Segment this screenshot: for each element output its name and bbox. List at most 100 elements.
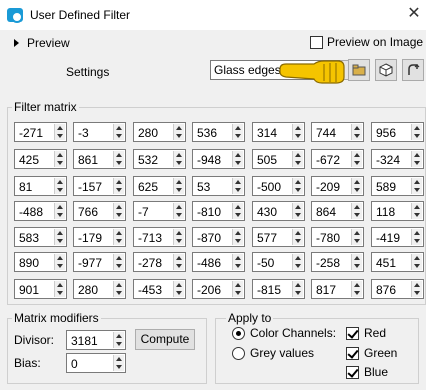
matrix-cell-spinner[interactable] (411, 254, 422, 270)
matrix-cell[interactable]: 451 (371, 252, 424, 272)
matrix-cell-spinner[interactable] (54, 178, 65, 194)
matrix-cell-spinner[interactable] (292, 281, 303, 297)
matrix-cell[interactable]: -271 (14, 122, 67, 142)
matrix-cell-spinner[interactable] (54, 151, 65, 167)
matrix-cell[interactable]: 744 (311, 122, 364, 142)
matrix-cell-spinner[interactable] (232, 229, 243, 245)
matrix-cell[interactable]: -7 (133, 201, 186, 221)
matrix-cell[interactable]: -157 (73, 176, 126, 196)
matrix-cell[interactable]: 425 (14, 149, 67, 169)
matrix-cell[interactable]: 532 (133, 149, 186, 169)
matrix-cell-spinner[interactable] (173, 254, 184, 270)
matrix-cell[interactable]: -453 (133, 279, 186, 299)
random-preset-button[interactable] (375, 59, 397, 81)
matrix-cell[interactable]: 118 (371, 201, 424, 221)
matrix-cell[interactable]: -258 (311, 252, 364, 272)
matrix-cell[interactable]: -419 (371, 227, 424, 247)
matrix-cell-spinner[interactable] (232, 281, 243, 297)
preview-toggle[interactable]: Preview (14, 36, 70, 50)
matrix-cell[interactable]: 876 (371, 279, 424, 299)
matrix-cell-spinner[interactable] (54, 281, 65, 297)
matrix-cell-spinner[interactable] (292, 124, 303, 140)
blue-channel-box[interactable] (346, 365, 359, 379)
matrix-cell-spinner[interactable] (54, 254, 65, 270)
matrix-cell-spinner[interactable] (113, 229, 124, 245)
reset-preset-button[interactable] (402, 59, 424, 81)
grey-values-radio[interactable] (232, 346, 245, 360)
compute-button[interactable]: Compute (135, 329, 195, 350)
matrix-cell[interactable]: 505 (252, 149, 305, 169)
matrix-cell[interactable]: 625 (133, 176, 186, 196)
matrix-cell-spinner[interactable] (232, 124, 243, 140)
matrix-cell-spinner[interactable] (54, 124, 65, 140)
matrix-cell-spinner[interactable] (351, 281, 362, 297)
red-channel-box[interactable] (346, 326, 359, 340)
bias-input[interactable]: 0 (66, 353, 126, 373)
matrix-cell[interactable]: -179 (73, 227, 126, 247)
matrix-cell-spinner[interactable] (173, 281, 184, 297)
matrix-cell[interactable]: 81 (14, 176, 67, 196)
matrix-cell-spinner[interactable] (54, 229, 65, 245)
matrix-cell-spinner[interactable] (292, 203, 303, 219)
matrix-cell-spinner[interactable] (173, 124, 184, 140)
matrix-cell[interactable]: 589 (371, 176, 424, 196)
matrix-cell[interactable]: 280 (73, 279, 126, 299)
matrix-cell[interactable]: 430 (252, 201, 305, 221)
matrix-cell-spinner[interactable] (411, 229, 422, 245)
matrix-cell-spinner[interactable] (411, 178, 422, 194)
matrix-cell[interactable]: -486 (192, 252, 245, 272)
close-icon[interactable]: ✕ (403, 3, 425, 25)
matrix-cell-spinner[interactable] (113, 124, 124, 140)
matrix-cell[interactable]: 817 (311, 279, 364, 299)
matrix-cell[interactable]: 901 (14, 279, 67, 299)
matrix-cell-spinner[interactable] (232, 151, 243, 167)
matrix-cell[interactable]: -977 (73, 252, 126, 272)
matrix-cell-spinner[interactable] (351, 151, 362, 167)
divisor-input[interactable]: 3181 (66, 330, 126, 350)
matrix-cell[interactable]: -780 (311, 227, 364, 247)
divisor-spinner[interactable] (113, 332, 124, 348)
matrix-cell[interactable]: 536 (192, 122, 245, 142)
matrix-cell-spinner[interactable] (292, 178, 303, 194)
matrix-cell[interactable]: 766 (73, 201, 126, 221)
matrix-cell-spinner[interactable] (232, 203, 243, 219)
preview-on-image-checkbox[interactable]: Preview on Image (310, 35, 423, 49)
matrix-cell[interactable]: -500 (252, 176, 305, 196)
bias-spinner[interactable] (113, 355, 124, 371)
matrix-cell-spinner[interactable] (173, 151, 184, 167)
matrix-cell[interactable]: -815 (252, 279, 305, 299)
matrix-cell-spinner[interactable] (411, 281, 422, 297)
blue-channel-checkbox[interactable]: Blue (346, 365, 388, 379)
matrix-cell-spinner[interactable] (173, 203, 184, 219)
color-channels-radio[interactable] (232, 326, 245, 340)
matrix-cell-spinner[interactable] (351, 254, 362, 270)
matrix-cell-spinner[interactable] (113, 203, 124, 219)
matrix-cell-spinner[interactable] (351, 124, 362, 140)
preview-on-image-box[interactable] (310, 35, 323, 49)
matrix-cell[interactable]: -206 (192, 279, 245, 299)
color-channels-option[interactable]: Color Channels: (232, 326, 336, 340)
matrix-cell[interactable]: -672 (311, 149, 364, 169)
matrix-cell[interactable]: -209 (311, 176, 364, 196)
matrix-cell[interactable]: -278 (133, 252, 186, 272)
matrix-cell-spinner[interactable] (292, 229, 303, 245)
matrix-cell-spinner[interactable] (232, 178, 243, 194)
matrix-cell[interactable]: 583 (14, 227, 67, 247)
matrix-cell-spinner[interactable] (173, 229, 184, 245)
matrix-cell[interactable]: -3 (73, 122, 126, 142)
matrix-cell-spinner[interactable] (351, 229, 362, 245)
open-preset-button[interactable] (348, 59, 370, 81)
matrix-cell[interactable]: -713 (133, 227, 186, 247)
matrix-cell-spinner[interactable] (113, 281, 124, 297)
matrix-cell-spinner[interactable] (411, 203, 422, 219)
matrix-cell-spinner[interactable] (292, 151, 303, 167)
matrix-cell-spinner[interactable] (113, 151, 124, 167)
matrix-cell-spinner[interactable] (173, 178, 184, 194)
matrix-cell-spinner[interactable] (411, 151, 422, 167)
matrix-cell[interactable]: 53 (192, 176, 245, 196)
matrix-cell[interactable]: -810 (192, 201, 245, 221)
green-channel-box[interactable] (346, 346, 359, 360)
matrix-cell-spinner[interactable] (54, 203, 65, 219)
green-channel-checkbox[interactable]: Green (346, 346, 397, 360)
matrix-cell-spinner[interactable] (113, 254, 124, 270)
